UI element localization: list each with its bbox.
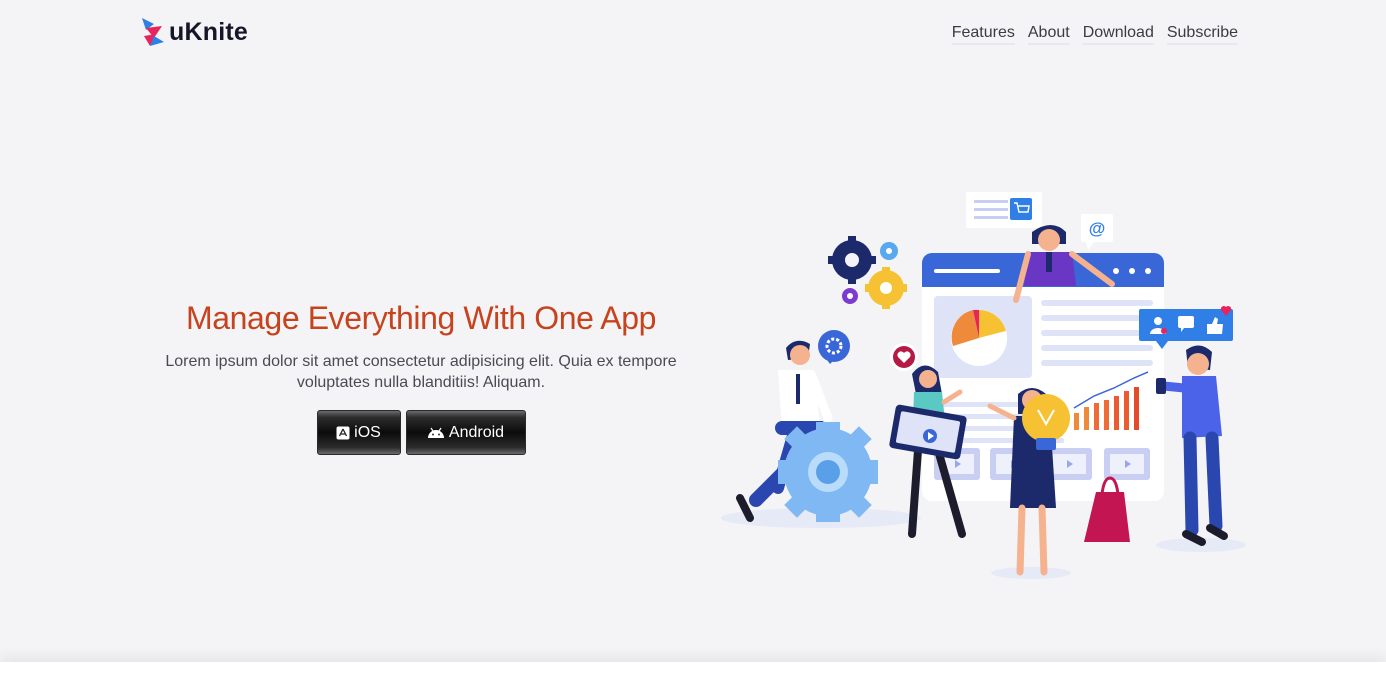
hero-description: Lorem ipsum dolor sit amet consectetur a…: [140, 351, 702, 393]
nav-link-about[interactable]: About: [1027, 24, 1070, 45]
pie-chart-graphic: [951, 309, 1007, 366]
page: uKnite Features About Download Subscribe…: [0, 0, 1386, 662]
big-gear-graphic: [778, 422, 878, 522]
android-button-label: Android: [448, 423, 505, 441]
hero-section: Manage Everything With One App Lorem ips…: [140, 300, 702, 455]
hero-title: Manage Everything With One App: [185, 300, 657, 336]
hero-illustration: @: [721, 192, 1246, 579]
android-icon: [427, 427, 444, 438]
heart-bubble: [890, 343, 918, 371]
hero-description-line-1: Lorem ipsum dolor sit amet consectetur a…: [165, 353, 677, 370]
user-icon: [1154, 317, 1162, 325]
email-symbol: @: [1089, 219, 1106, 238]
ios-button-label: iOS: [354, 423, 381, 441]
brand-name: uKnite: [169, 17, 248, 46]
logo-mark-icon: [142, 18, 164, 46]
email-bubble: @: [1081, 214, 1113, 250]
nav-link-subscribe[interactable]: Subscribe: [1166, 24, 1238, 45]
main-nav: Features About Download Subscribe: [951, 24, 1238, 45]
lightbulb-icon: [1022, 394, 1070, 442]
hero-description-line-2: voluptates nulla blanditiis! Aliquam.: [296, 374, 546, 391]
brand-logo[interactable]: uKnite: [140, 16, 248, 48]
android-download-button[interactable]: Android: [405, 410, 526, 455]
nav-link-download[interactable]: Download: [1082, 24, 1154, 45]
download-buttons: iOS Android: [140, 410, 702, 455]
chat-icon: [1178, 316, 1194, 328]
cart-bubble: [966, 192, 1042, 228]
settings-bubble: [818, 330, 850, 364]
person-right-graphic: [1156, 345, 1228, 546]
gears-graphic: [828, 236, 907, 309]
nav-link-features[interactable]: Features: [951, 24, 1015, 45]
next-section-edge: [0, 662, 1386, 700]
ios-download-button[interactable]: iOS: [316, 410, 401, 455]
app-store-icon: [336, 426, 350, 439]
